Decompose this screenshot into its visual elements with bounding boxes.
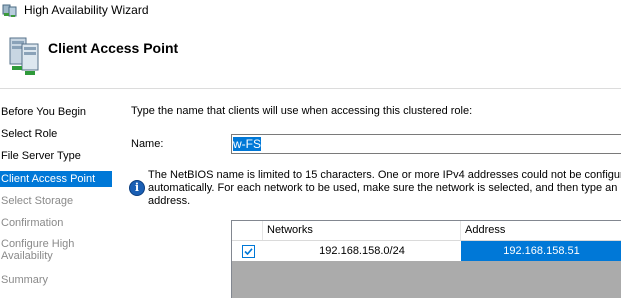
network-address-grid[interactable]: Networks Address 192.168.158.0/24 192.16… — [231, 220, 621, 298]
checkmark-icon — [244, 248, 253, 256]
cluster-wizard-icon — [2, 2, 18, 18]
sidebar-item-configure-high-availability: Configure High Availability — [0, 238, 80, 262]
wizard-content: Type the name that clients will use when… — [115, 89, 621, 298]
wizard-header: Client Access Point — [0, 22, 621, 88]
sidebar-item-label: Summary — [1, 274, 49, 286]
info-line: The NetBIOS name is limited to 15 charac… — [148, 169, 621, 181]
info-line: automatically. For each network to be us… — [148, 182, 618, 194]
sidebar-item-label: Select Role — [1, 128, 58, 140]
address-cell[interactable]: 192.168.158.51 — [461, 241, 621, 261]
network-cell: 192.168.158.0/24 — [319, 245, 405, 257]
name-input-value: w-FS — [233, 137, 261, 151]
sidebar-item-select-role[interactable]: Select Role — [0, 127, 112, 141]
table-row[interactable]: 192.168.158.0/24 192.168.158.51 — [232, 241, 621, 261]
sidebar-item-file-server-type[interactable]: File Server Type — [0, 149, 112, 163]
name-input[interactable]: w-FS — [231, 134, 621, 154]
column-header-networks[interactable]: Networks — [263, 221, 461, 240]
cluster-server-icon — [8, 36, 42, 76]
sidebar-item-label: Configure High Availability — [1, 238, 75, 262]
sidebar-item-confirmation: Confirmation — [0, 216, 112, 230]
sidebar-item-client-access-point[interactable]: Client Access Point — [0, 171, 112, 187]
network-checkbox[interactable] — [242, 245, 255, 258]
window-title: High Availability Wizard — [24, 3, 149, 17]
sidebar-item-select-storage: Select Storage — [0, 194, 112, 208]
instruction-text: Type the name that clients will use when… — [131, 105, 473, 117]
title-bar: High Availability Wizard — [0, 0, 621, 22]
row-select-cell — [232, 241, 263, 261]
info-message: The NetBIOS name is limited to 15 charac… — [148, 169, 621, 208]
page-title: Client Access Point — [48, 40, 179, 56]
sidebar-item-label: Select Storage — [1, 195, 74, 207]
sidebar-item-summary: Summary — [0, 273, 112, 287]
info-icon: i — [129, 180, 145, 196]
info-line: address. — [148, 195, 191, 207]
wizard-steps-sidebar: Before You Begin Select Role File Server… — [0, 89, 115, 298]
column-header-select[interactable] — [232, 221, 263, 240]
name-label: Name: — [131, 138, 164, 150]
sidebar-item-before-you-begin[interactable]: Before You Begin — [0, 105, 112, 119]
sidebar-item-label: Confirmation — [1, 217, 64, 229]
grid-header: Networks Address — [232, 221, 621, 241]
column-header-address[interactable]: Address — [461, 221, 621, 240]
sidebar-item-label: Client Access Point — [1, 173, 96, 185]
sidebar-item-label: File Server Type — [1, 150, 81, 162]
sidebar-item-label: Before You Begin — [1, 106, 87, 118]
